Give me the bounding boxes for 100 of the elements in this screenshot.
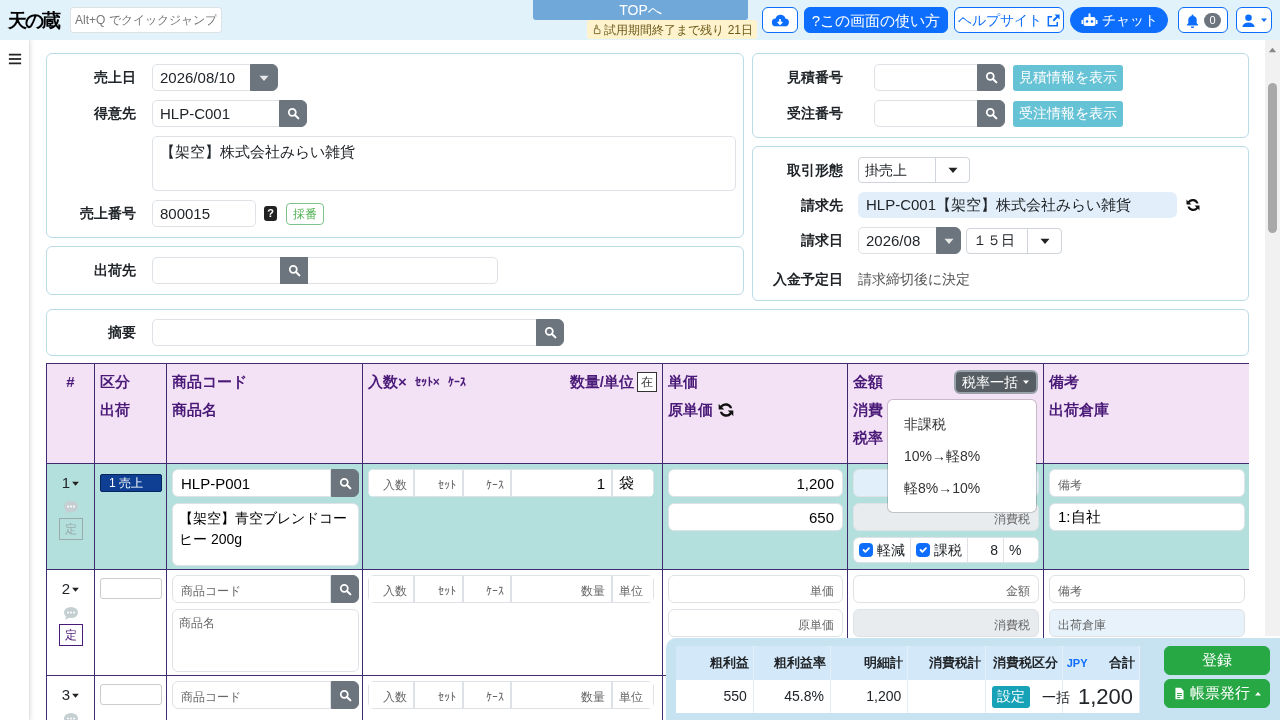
month-picker-button[interactable] (936, 227, 961, 254)
column-header: 出荷 (100, 400, 131, 420)
search-icon (338, 688, 352, 702)
field-label: 見積番号 (786, 68, 843, 87)
transaction-type-select[interactable]: 掛売上 (858, 157, 970, 183)
warehouse-field[interactable]: 1:自社 (1049, 503, 1245, 531)
menu-icon[interactable] (7, 52, 22, 66)
memo-field[interactable] (152, 319, 537, 346)
download-button[interactable] (762, 7, 798, 33)
cloud-download-icon (771, 13, 789, 27)
currency-label: JPY (1066, 655, 1088, 671)
quantity-part-field[interactable]: ｾｯﾄ (414, 575, 463, 603)
column-header: 単価 (668, 372, 699, 392)
scrollbar[interactable] (1265, 40, 1280, 636)
number-field[interactable] (874, 100, 978, 127)
total-amount: 1,200 (1077, 684, 1133, 709)
refresh-icon[interactable] (717, 401, 735, 419)
search-icon (984, 107, 998, 120)
stock-button[interactable]: 在 (637, 372, 657, 392)
chat-button[interactable]: チャット (1070, 7, 1168, 33)
fix-button[interactable]: 定 (59, 623, 83, 646)
search-button[interactable] (331, 469, 359, 497)
help-icon[interactable]: ? (264, 206, 277, 221)
checkbox-label: 課税 (934, 540, 962, 560)
help-site-button[interactable]: ヘルプサイト (954, 7, 1064, 33)
amount-field[interactable]: 金額 (853, 575, 1039, 603)
help-button[interactable]: ?この画面の使い方 (804, 7, 948, 33)
search-icon (984, 71, 998, 84)
date-field[interactable]: 2026/08/10 (152, 64, 251, 91)
product-code-field[interactable]: 商品コード (172, 575, 331, 603)
billing-day-select[interactable]: １５日 (966, 227, 1062, 254)
caret-icon (1259, 16, 1268, 24)
field-label: 入金予定日 (772, 270, 843, 289)
note-field[interactable]: 備考 (1049, 575, 1245, 603)
scrollbar-thumb[interactable] (1268, 83, 1277, 233)
quantity-part-field[interactable]: ｾｯﾄ (414, 681, 463, 709)
quantity-part-field[interactable]: 入数 (368, 575, 414, 603)
caret-icon (1022, 378, 1030, 386)
quantity-part-field[interactable]: 入数 (368, 469, 414, 497)
search-button[interactable] (280, 257, 308, 284)
quantity-part-field[interactable]: 入数 (368, 681, 414, 709)
product-code-field[interactable]: HLP-P001 (172, 469, 331, 497)
product-name-field[interactable]: 商品名 (172, 609, 359, 672)
menu-item[interactable]: 非課税 (888, 408, 1036, 440)
summary-header: 粗利益 (676, 646, 754, 680)
quantity-part-field[interactable]: ｹｰｽ (463, 469, 511, 497)
search-button[interactable] (977, 64, 1005, 91)
warehouse-field[interactable]: 出荷倉庫 (1049, 609, 1245, 637)
product-name-field[interactable]: 【架空】青空ブレンドコーヒー 200g (172, 503, 359, 566)
search-button[interactable] (536, 319, 564, 346)
unit-field[interactable]: 単位 (612, 681, 654, 709)
unit-field[interactable]: 単位 (612, 575, 654, 603)
field-label: 受注番号 (786, 104, 843, 123)
unit-field[interactable]: 袋 (612, 469, 654, 497)
quick-jump-field[interactable]: Alt+Q でクイックジャンプ (70, 7, 222, 33)
unit-price-field[interactable]: 単価 (668, 575, 843, 603)
category-field[interactable] (100, 684, 162, 705)
search-button[interactable] (977, 100, 1005, 127)
quantity-field[interactable]: 数量 (511, 575, 612, 603)
refresh-icon[interactable] (1185, 197, 1201, 213)
ship-to-name-field[interactable] (307, 257, 498, 284)
unit-price-field[interactable]: 1,200 (668, 469, 843, 497)
summary-value: 1,200 (866, 688, 902, 704)
quantity-field[interactable]: 1 (511, 469, 612, 497)
summary-value: 45.8% (784, 688, 824, 704)
logo[interactable]: 天の蔵 (8, 5, 70, 35)
menu-item[interactable]: 軽8%→10% (888, 472, 1036, 504)
number-field[interactable] (874, 64, 978, 91)
row-number: 2 (61, 579, 71, 599)
sales-number-field[interactable]: 800015 (152, 200, 256, 227)
row-number: 3 (61, 685, 71, 705)
summary-header: 消費税計 (907, 646, 985, 680)
cost-price-field[interactable]: 650 (668, 503, 843, 531)
quantity-part-field[interactable]: ｹｰｽ (463, 681, 511, 709)
ship-to-code-field[interactable] (152, 257, 281, 284)
search-button[interactable] (279, 100, 307, 127)
tax-field[interactable]: 消費税 (853, 609, 1039, 637)
quantity-part-field[interactable]: ｹｰｽ (463, 575, 511, 603)
user-menu-button[interactable] (1236, 7, 1272, 33)
column-header: 入数× (368, 372, 407, 392)
date-picker-button[interactable] (250, 64, 278, 91)
column-header: # (65, 372, 76, 392)
external-link-icon (1045, 12, 1061, 28)
search-button[interactable] (331, 575, 359, 603)
quantity-part-field[interactable]: ｾｯﾄ (414, 469, 463, 497)
search-button[interactable] (331, 681, 359, 709)
customer-name-field[interactable]: 【架空】株式会社みらい雑貨 (152, 136, 736, 191)
billing-month-field[interactable]: 2026/08 (858, 227, 937, 254)
quantity-field[interactable]: 数量 (511, 681, 612, 709)
note-field[interactable]: 備考 (1049, 469, 1245, 497)
category-field[interactable] (100, 578, 162, 599)
cost-price-field[interactable]: 原単価 (668, 609, 843, 637)
hand-pointer-icon (591, 24, 603, 35)
tax-rate-dropdown-button[interactable]: 税率一括 (954, 370, 1038, 394)
customer-code-field[interactable]: HLP-C001 (152, 100, 280, 127)
checkbox[interactable] (859, 543, 873, 557)
checkbox[interactable] (916, 543, 930, 557)
scroll-up-icon (1268, 45, 1277, 54)
product-code-field[interactable]: 商品コード (172, 681, 331, 709)
notification-button[interactable]: 0 (1178, 7, 1228, 33)
